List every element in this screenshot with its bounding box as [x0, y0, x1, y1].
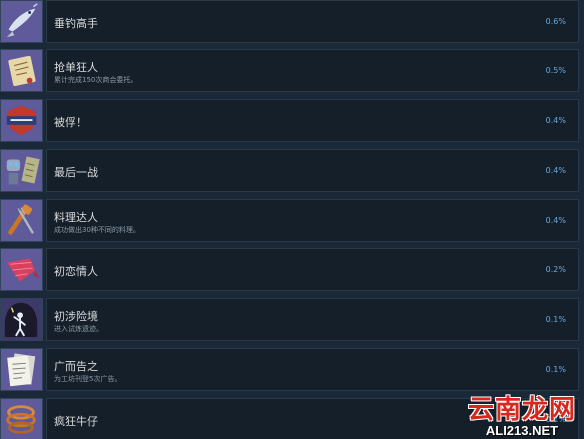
achievement-unlock-percent: 0.4% — [545, 216, 566, 225]
achievement-description: 成功做出30种不同的料理。 — [54, 226, 140, 234]
achievement-title: 垂钓高手 — [54, 17, 98, 30]
achievement-panel: 被俘！ 0.4% — [46, 99, 579, 142]
achievement-list: 垂钓高手 0.6% 抢单狂人 累计完成150次商会委托。 0.5% 被俘！ 0.… — [0, 0, 584, 439]
achievement-description: 为工坊刊登5次广告。 — [54, 375, 122, 383]
achievement-description: 累计完成150次商会委托。 — [54, 76, 138, 84]
achievement-title: 料理达人 — [54, 211, 98, 224]
achievement-unlock-percent: 0.1% — [545, 365, 566, 374]
pink-scarf-icon — [0, 248, 43, 291]
watermark-url-text: ALI213.NET — [485, 423, 559, 438]
achievement-unlock-percent: 0.1% — [545, 315, 566, 324]
achievement-row[interactable]: 被俘！ 0.4% — [0, 99, 584, 144]
achievement-panel: 最后一战 0.4% — [46, 149, 579, 192]
achievement-description: 进入试炼遗迹。 — [54, 325, 103, 333]
achievement-title: 被俘！ — [54, 116, 87, 129]
achievement-unlock-percent: 0.5% — [545, 66, 566, 75]
achievement-unlock-percent: 0.4% — [545, 166, 566, 175]
fish-icon — [0, 0, 43, 43]
achievement-panel: 初涉险境 进入试炼遗迹。 0.1% — [46, 298, 579, 341]
robot-icon — [0, 149, 43, 192]
achievement-unlock-percent: 0.4% — [545, 116, 566, 125]
lasso-icon — [0, 398, 43, 439]
achievement-row[interactable]: 最后一战 0.4% — [0, 149, 584, 194]
poster-icon — [0, 348, 43, 391]
scroll-icon — [0, 49, 43, 92]
achievement-row[interactable]: 广而告之 为工坊刊登5次广告。 0.1% — [0, 348, 584, 393]
achievement-title: 抢单狂人 — [54, 61, 98, 74]
achievement-unlock-percent: 0.2% — [545, 265, 566, 274]
achievement-panel: 料理达人 成功做出30种不同的料理。 0.4% — [46, 199, 579, 242]
achievement-panel: 初恋情人 0.2% — [46, 248, 579, 291]
achievement-row[interactable]: 料理达人 成功做出30种不同的料理。 0.4% — [0, 199, 584, 244]
achievement-row[interactable]: 初恋情人 0.2% — [0, 248, 584, 293]
site-watermark: 云南龙网 ALI213.NET — [468, 396, 576, 437]
achievement-panel: 抢单狂人 累计完成150次商会委托。 0.5% — [46, 49, 579, 92]
achievement-panel: 垂钓高手 0.6% — [46, 0, 579, 43]
achievement-title: 初涉险境 — [54, 310, 98, 323]
cooking-utensils-icon — [0, 199, 43, 242]
achievement-title: 最后一战 — [54, 166, 98, 179]
achievement-row[interactable]: 垂钓高手 0.6% — [0, 0, 584, 45]
watermark-chinese-text: 云南龙网 — [467, 395, 576, 425]
achievement-unlock-percent: 0.6% — [545, 17, 566, 26]
achievement-row[interactable]: 抢单狂人 累计完成150次商会委托。 0.5% — [0, 49, 584, 94]
achievement-title: 广而告之 — [54, 360, 98, 373]
achievement-title: 疯狂牛仔 — [54, 415, 98, 428]
achievement-title: 初恋情人 — [54, 265, 98, 278]
achievement-panel: 广而告之 为工坊刊登5次广告。 0.1% — [46, 348, 579, 391]
achievement-row[interactable]: 初涉险境 进入试炼遗迹。 0.1% — [0, 298, 584, 343]
explorer-icon — [0, 298, 43, 341]
pirate-badge-icon — [0, 99, 43, 142]
